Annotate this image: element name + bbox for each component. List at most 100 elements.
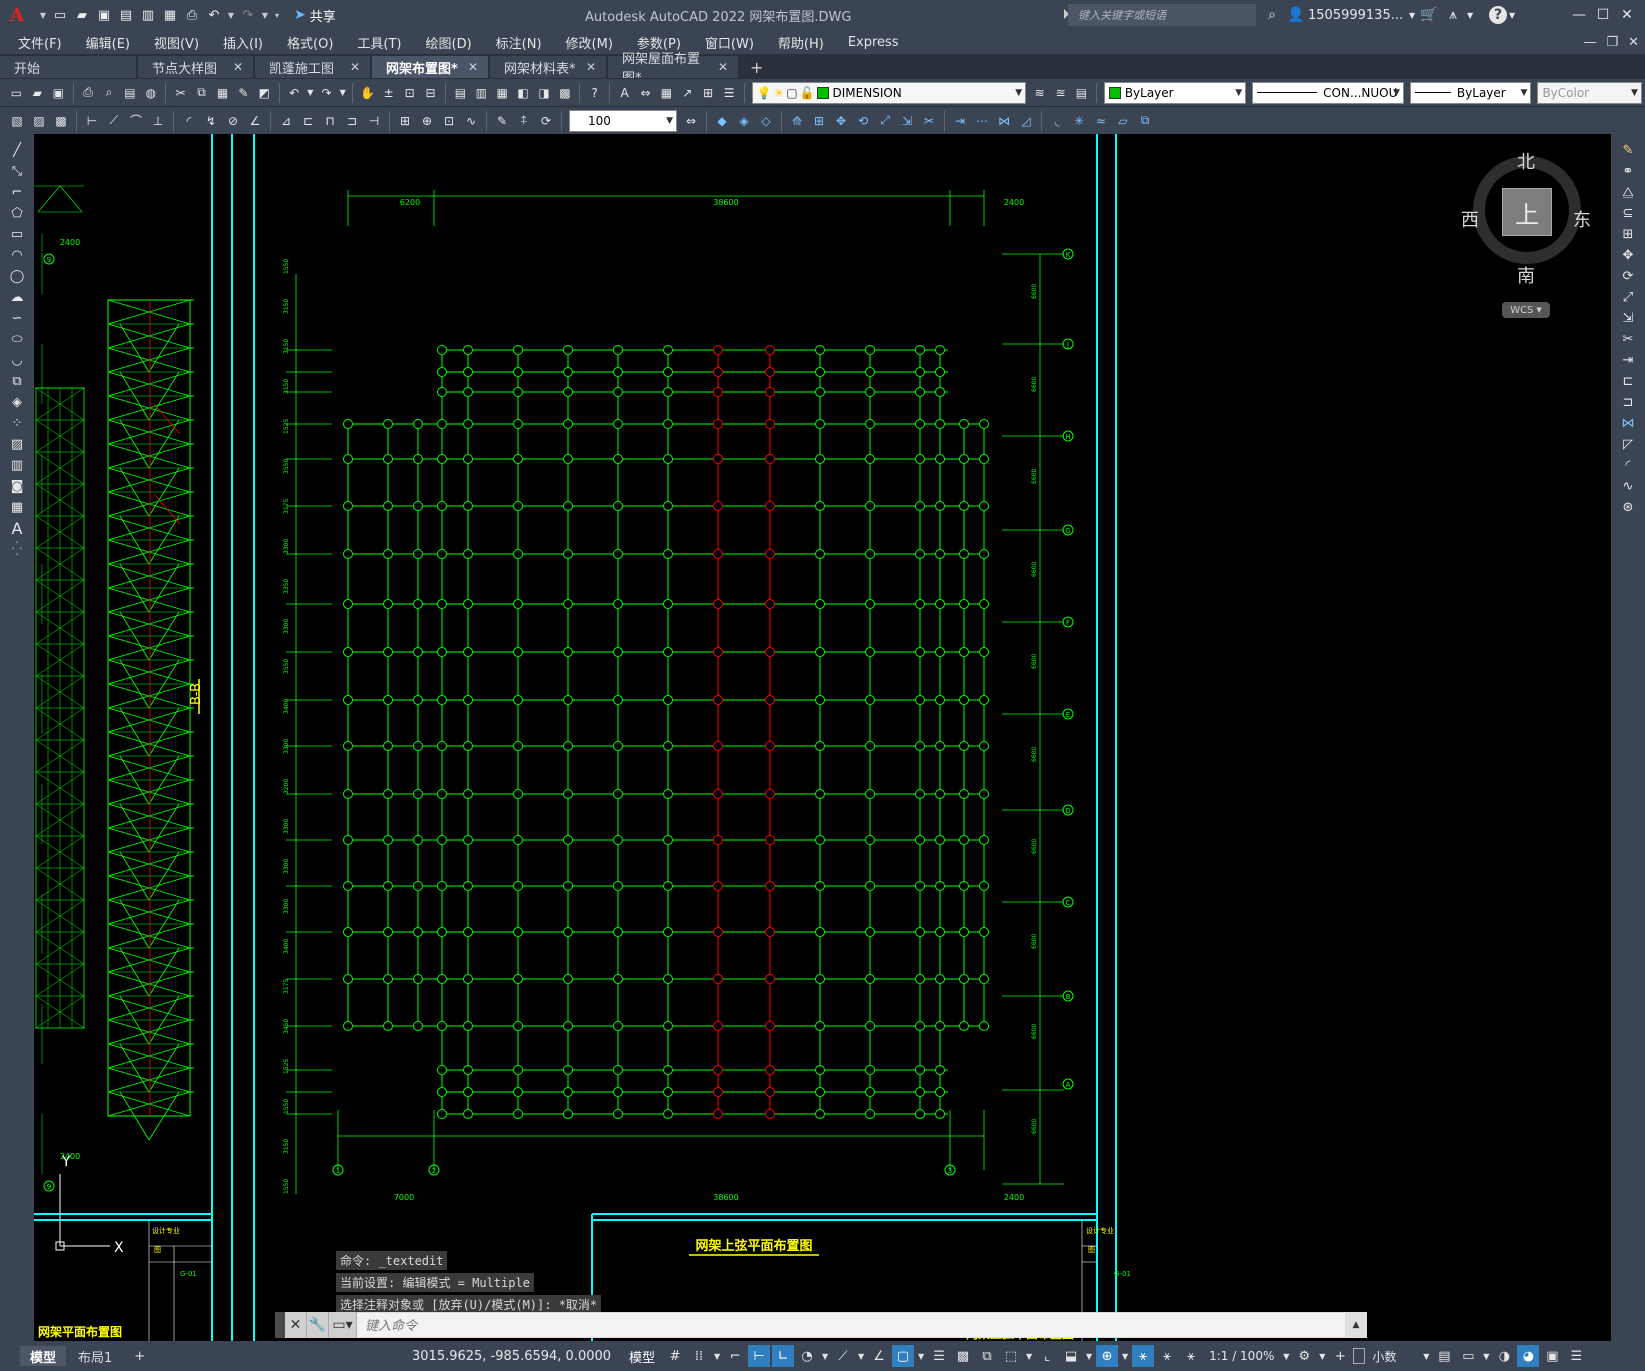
filter-dropdown-icon[interactable]: ▼ (1084, 1345, 1094, 1367)
tab-close-icon[interactable]: ✕ (586, 60, 596, 74)
menu-express[interactable]: Express (836, 35, 911, 50)
join-icon[interactable]: ⋈ (994, 111, 1014, 131)
autodesk-a360-icon[interactable]: ⩚ (1441, 3, 1465, 27)
diameter-dim-icon[interactable]: ⊘ (223, 111, 243, 131)
tab-layout1[interactable]: 布局1 (68, 1346, 122, 1366)
customize-wrench-icon[interactable]: 🔧 (307, 1312, 329, 1338)
gradient-icon[interactable]: ▥ (6, 456, 28, 476)
table-style-icon[interactable]: ▦ (657, 83, 676, 103)
baseline-dim-icon[interactable]: ⊏ (298, 111, 318, 131)
save-as-icon[interactable]: ▤ (116, 5, 136, 25)
isodraft-dropdown-icon[interactable]: ▼ (856, 1345, 866, 1367)
erase-icon[interactable]: ◆ (712, 111, 732, 131)
zoom-window-icon[interactable]: ⊡ (400, 83, 419, 103)
user-dropdown-icon[interactable]: ▼ (1407, 3, 1417, 27)
auto-scale-icon[interactable]: ⚹ (1156, 1345, 1178, 1367)
blend-curves-icon[interactable]: ∿ (1617, 477, 1639, 497)
ortho-icon[interactable]: ∟ (772, 1345, 795, 1367)
menu-file[interactable]: 文件(F) (0, 33, 74, 52)
continue-dim-icon[interactable]: ⊓ (320, 111, 340, 131)
array-icon[interactable]: ⊞ (1617, 225, 1639, 245)
insert-block-icon[interactable]: ⧉ (6, 372, 28, 392)
pan-icon[interactable]: ✋ (358, 83, 377, 103)
open-icon[interactable]: ▰ (28, 83, 47, 103)
qnew-icon[interactable]: ▭ (7, 83, 26, 103)
draworder-icon[interactable]: ⧉ (1135, 111, 1155, 131)
dim-break-icon[interactable]: ⊣ (364, 111, 384, 131)
tolerance-icon[interactable]: ⊞ (395, 111, 415, 131)
join-icon[interactable]: ⋈ (1617, 414, 1639, 434)
customize-qat-icon[interactable]: ▾ (272, 5, 282, 25)
rotate-icon[interactable]: ⟳ (1617, 267, 1639, 287)
add-selected-icon[interactable]: ⁛ (6, 540, 28, 560)
new-tab-button[interactable]: + (740, 56, 773, 78)
markup-icon[interactable]: ◨ (535, 83, 554, 103)
wcs-menu-button[interactable]: WCS ▼ (1502, 302, 1550, 318)
gizmo-dropdown-icon[interactable]: ▼ (1120, 1345, 1130, 1367)
copy-object-icon[interactable]: ◈ (734, 111, 754, 131)
trim-icon[interactable]: ✂ (1617, 330, 1639, 350)
region-icon[interactable]: ◙ (6, 477, 28, 497)
open-file-icon[interactable]: ▰ (72, 5, 92, 25)
extend-icon[interactable]: ⇥ (1617, 351, 1639, 371)
break-at-point-icon[interactable]: ⊏ (1617, 372, 1639, 392)
lock-ui-icon[interactable]: ▭ (1457, 1345, 1479, 1367)
dim-update-icon[interactable]: ⟳ (536, 111, 556, 131)
workspace-gear-icon[interactable]: ⚙ (1293, 1345, 1315, 1367)
save-web-icon[interactable]: ▦ (160, 5, 180, 25)
polar-tracking-icon[interactable]: ◔ (796, 1345, 818, 1367)
doc-minimize-icon[interactable]: — (1583, 35, 1596, 50)
redo-icon[interactable]: ↷ (317, 83, 336, 103)
line-icon[interactable]: ╱ (6, 141, 28, 161)
search-input[interactable]: 键入关键字或短语 (1068, 4, 1256, 26)
workspace-dropdown-icon[interactable]: ▼ (1317, 1345, 1327, 1367)
compass-east[interactable]: 东 (1573, 206, 1591, 232)
menu-format[interactable]: 格式(O) (275, 33, 345, 52)
cut-icon[interactable]: ✂ (171, 83, 190, 103)
design-center-icon[interactable]: ▥ (472, 83, 491, 103)
fillet-icon[interactable]: ◟ (1047, 111, 1067, 131)
tab-start[interactable]: 开始 (0, 56, 136, 78)
copy-icon[interactable]: ⧉ (192, 83, 211, 103)
selection-filter-icon[interactable]: ⬓ (1060, 1345, 1082, 1367)
circle-icon[interactable]: ◯ (6, 267, 28, 287)
isodraft-icon[interactable]: ⟋ (832, 1345, 854, 1367)
revision-cloud-icon[interactable]: ☁ (6, 288, 28, 308)
annotation-scale-dropdown-icon[interactable]: ▼ (1281, 1345, 1291, 1367)
lock-dropdown-icon[interactable]: ▼ (1481, 1345, 1491, 1367)
lineweight-dropdown[interactable]: ByLayer ▼ (1409, 81, 1532, 104)
cad-drawing[interactable]: 1550 3150 3150 3150 1525 3550 3175 3300 3350 3300… (34, 134, 1611, 1341)
arc-icon[interactable]: ◠ (6, 246, 28, 266)
viewcube-top-face[interactable]: 上 (1502, 188, 1552, 236)
dim-space-icon[interactable]: ⊐ (342, 111, 362, 131)
mirror-icon[interactable]: ◇ (756, 111, 776, 131)
add-layout-button[interactable]: + (124, 1346, 155, 1366)
save-icon[interactable]: ▣ (49, 83, 68, 103)
ellipse-icon[interactable]: ⬭ (6, 330, 28, 350)
center-mark-icon[interactable]: ⊕ (417, 111, 437, 131)
user-icon[interactable]: 👤 (1284, 3, 1308, 27)
menu-draw[interactable]: 绘图(D) (414, 33, 484, 52)
polygon-icon[interactable]: ⬠ (6, 204, 28, 224)
tab-canopy-construction[interactable]: 凯蓬施工图 ✕ (255, 56, 370, 78)
dim-style-icon[interactable]: ⇔ (681, 111, 701, 131)
drawing-canvas[interactable]: 1550 3150 3150 3150 1525 3550 3175 3300 3350 3300… (34, 134, 1611, 1341)
save-icon[interactable]: ▣ (94, 5, 114, 25)
layer-merge-icon[interactable]: ▨ (29, 111, 49, 131)
menu-tools[interactable]: 工具(T) (345, 33, 413, 52)
linear-dim-icon[interactable]: ⊢ (82, 111, 102, 131)
object-snap-tracking-icon[interactable]: ∠ (868, 1345, 890, 1367)
rectangle-icon[interactable]: ▭ (6, 225, 28, 245)
close-icon[interactable]: ✕ (1615, 3, 1639, 27)
a360-dropdown-icon[interactable]: ▼ (1465, 3, 1475, 27)
search-icon[interactable]: ⌕ (1260, 3, 1284, 27)
help-dropdown-icon[interactable]: ▼ (1507, 3, 1517, 27)
move-icon[interactable]: ✥ (1617, 246, 1639, 266)
construction-line-icon[interactable]: ⤡ (6, 162, 28, 182)
menu-insert[interactable]: 插入(I) (211, 33, 275, 52)
tab-model[interactable]: 模型 (20, 1346, 67, 1366)
overkill-icon[interactable]: ▱ (1113, 111, 1133, 131)
help-icon[interactable]: ? (585, 83, 604, 103)
rotate-icon[interactable]: ⟲ (853, 111, 873, 131)
redo-dropdown-icon[interactable]: ▼ (260, 5, 270, 25)
